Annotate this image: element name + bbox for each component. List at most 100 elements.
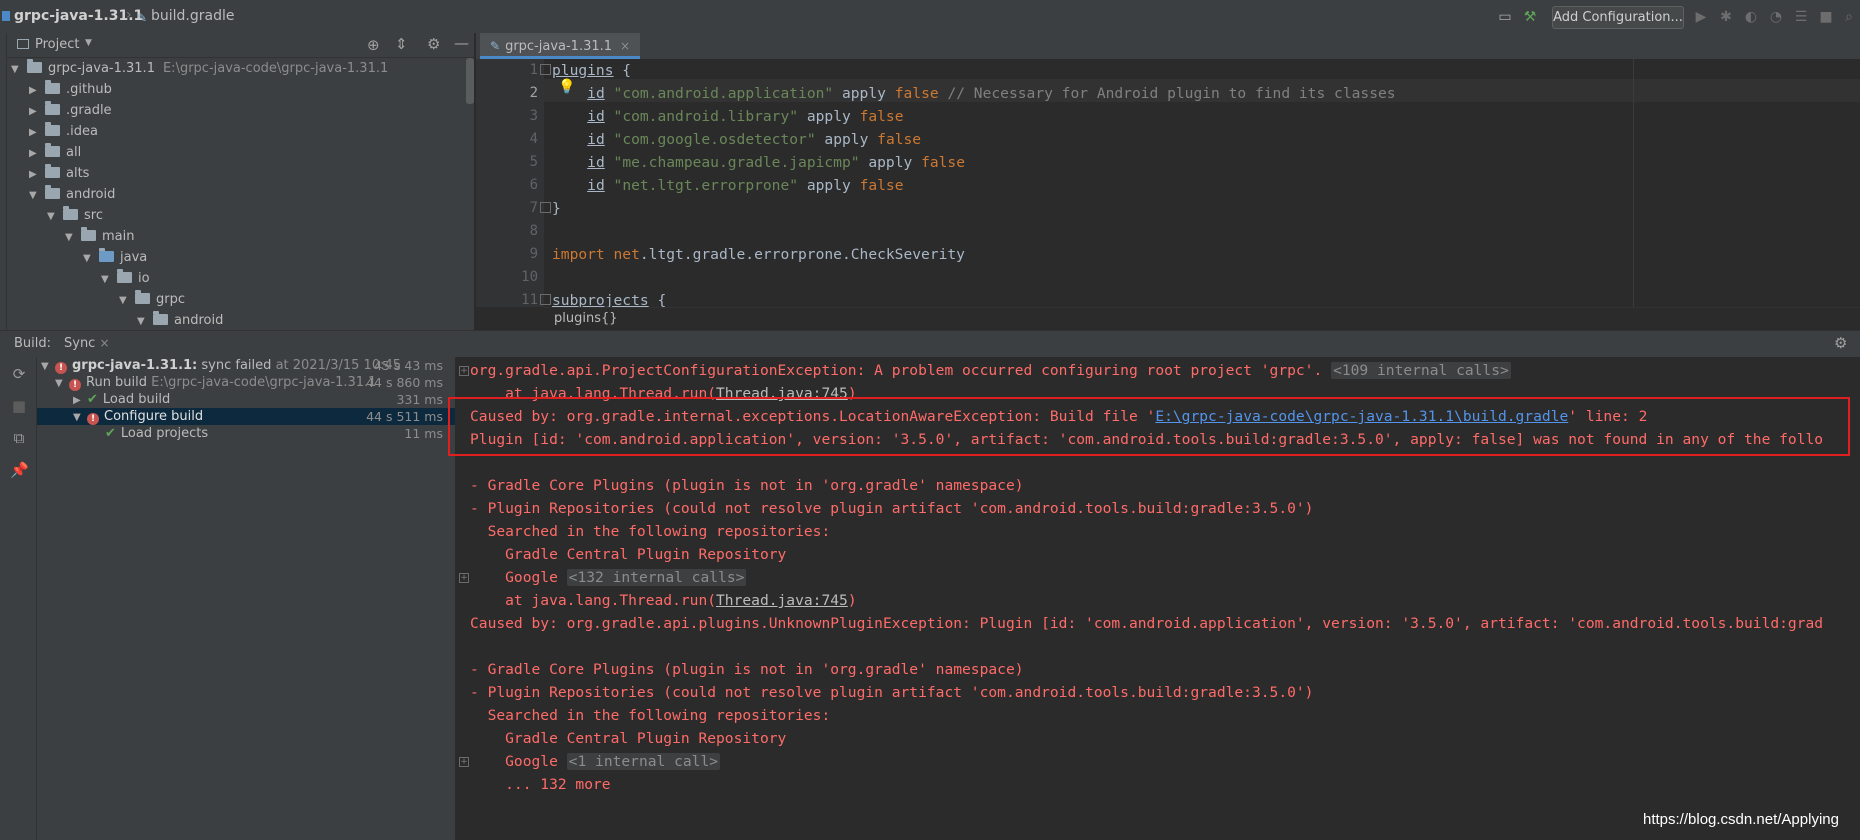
- coverage-icon[interactable]: ◐: [1742, 8, 1760, 26]
- chevron-right-icon[interactable]: ▶: [29, 80, 43, 101]
- console-line: org.gradle.api.ProjectConfigurationExcep…: [470, 359, 1511, 382]
- expand-plus-icon[interactable]: +: [459, 757, 469, 767]
- editor-breadcrumb[interactable]: plugins{}: [554, 311, 618, 326]
- tree-item[interactable]: ▼ android: [29, 184, 115, 205]
- line-number: 5: [529, 154, 538, 170]
- chevron-down-icon[interactable]: ▼: [55, 375, 69, 392]
- build-tree-item[interactable]: ▼! Run build E:\grpc-java-code\grpc-java-…: [37, 374, 455, 391]
- run-icon[interactable]: ▶: [1692, 8, 1710, 26]
- chevron-down-icon[interactable]: ▼: [65, 227, 79, 248]
- pin-icon[interactable]: 📌: [10, 461, 29, 479]
- build-window-header: Build: Sync ×: [0, 330, 1860, 358]
- expand-plus-icon[interactable]: +: [459, 573, 469, 583]
- console-text: org.gradle.api.ProjectConfigurationExcep…: [470, 362, 1323, 379]
- build-tree-root[interactable]: ▼! grpc-java-1.31.1: sync failed at 2021/…: [37, 357, 455, 374]
- build-item-label: Load build: [102, 392, 171, 407]
- tree-item[interactable]: ▼ grpc: [119, 289, 185, 310]
- stop-icon[interactable]: ■: [10, 397, 28, 415]
- tree-item[interactable]: ▼ android: [137, 310, 223, 330]
- source-link[interactable]: Thread.java:745: [716, 592, 848, 609]
- tree-item[interactable]: ▶ .idea: [29, 121, 98, 142]
- folder-icon: [45, 101, 60, 115]
- console-text: ): [847, 592, 857, 609]
- chevron-down-icon[interactable]: ▼: [11, 59, 25, 80]
- tree-item[interactable]: ▼ src: [47, 205, 103, 226]
- debug-icon[interactable]: ✱: [1717, 8, 1735, 26]
- chevron-right-icon[interactable]: ▶: [29, 143, 43, 164]
- collapse-all-icon[interactable]: ⇕: [395, 35, 408, 53]
- tree-item-label: android: [174, 313, 224, 328]
- chevron-down-icon[interactable]: ▼: [29, 185, 43, 206]
- internal-calls-fold[interactable]: <109 internal calls>: [1331, 362, 1511, 379]
- project-tree: ▼ grpc-java-1.31.1 E:\grpc-java-code\grpc-…: [7, 58, 474, 330]
- tree-item[interactable]: ▶ alts: [29, 163, 89, 184]
- tree-item-label: all: [66, 145, 82, 160]
- expand-plus-icon[interactable]: +: [459, 366, 469, 376]
- add-configuration-button[interactable]: Add Configuration...: [1552, 6, 1684, 29]
- internal-calls-fold[interactable]: <132 internal calls>: [566, 569, 747, 586]
- error-icon: !: [55, 362, 67, 374]
- id-keyword: id: [587, 131, 605, 148]
- gear-icon[interactable]: ⚙: [1834, 334, 1850, 352]
- console-text: Google: [470, 569, 558, 586]
- chevron-down-icon[interactable]: ▼: [83, 248, 97, 269]
- tree-item[interactable]: ▼ java: [83, 247, 147, 268]
- id-keyword: id: [587, 108, 605, 125]
- breadcrumb-project[interactable]: grpc-java-1.31.1: [14, 8, 143, 24]
- chevron-right-icon[interactable]: ▶: [29, 164, 43, 185]
- chevron-right-icon[interactable]: ▶: [29, 122, 43, 143]
- tree-item[interactable]: ▶ .github: [29, 79, 112, 100]
- hide-panel-icon[interactable]: —: [454, 34, 469, 52]
- chevron-right-icon[interactable]: ▶: [29, 101, 43, 122]
- close-icon[interactable]: ×: [620, 39, 630, 53]
- breadcrumb-file[interactable]: build.gradle: [151, 8, 235, 24]
- fold-marker-icon[interactable]: [540, 202, 551, 213]
- gear-icon[interactable]: ⚙: [427, 35, 440, 53]
- console-line: ... 132 more: [470, 776, 611, 793]
- build-tree-item[interactable]: ✔ Load projects 11 ms: [37, 425, 455, 442]
- build-tree-item-selected[interactable]: ▼! Configure build 44 s 511 ms: [37, 408, 455, 425]
- stop-icon[interactable]: ■: [1817, 8, 1835, 26]
- console-text: Google: [470, 753, 558, 770]
- tree-item-label: .github: [66, 82, 112, 97]
- tree-item-root[interactable]: ▼ grpc-java-1.31.1 E:\grpc-java-code\grpc-…: [11, 58, 388, 79]
- chevron-down-icon[interactable]: ▼: [41, 358, 55, 375]
- chevron-down-icon[interactable]: ▼: [85, 38, 92, 48]
- build-variant-icon[interactable]: ☰: [1792, 8, 1810, 26]
- code-line-7: }: [552, 197, 561, 220]
- chevron-down-icon[interactable]: ▼: [101, 269, 115, 290]
- internal-calls-fold[interactable]: <1 internal call>: [566, 753, 721, 770]
- fold-marker-icon[interactable]: [540, 64, 551, 75]
- code-comment: // Necessary for Android plugin to find …: [947, 85, 1396, 102]
- toggle-view-icon[interactable]: ⧉: [10, 429, 28, 447]
- locate-file-icon[interactable]: ⊕: [367, 36, 380, 54]
- chevron-down-icon[interactable]: ▼: [119, 290, 133, 311]
- folder-icon: [135, 290, 150, 304]
- apply-keyword: apply: [841, 85, 886, 102]
- tree-item[interactable]: ▶ .gradle: [29, 100, 112, 121]
- project-view-dropdown[interactable]: Project: [35, 37, 79, 52]
- close-icon[interactable]: ×: [99, 336, 109, 350]
- tree-item[interactable]: ▼ main: [65, 226, 134, 247]
- tab-sync[interactable]: Sync ×: [64, 336, 110, 351]
- chevron-right-icon[interactable]: ▶: [73, 392, 87, 409]
- editor-breadcrumb-bar: plugins{}: [544, 307, 1860, 330]
- project-scrollbar[interactable]: [466, 58, 474, 104]
- chevron-down-icon[interactable]: ▼: [137, 311, 151, 330]
- tab-build-gradle[interactable]: ✎ grpc-java-1.31.1 ×: [480, 33, 641, 59]
- tree-item[interactable]: ▶ all: [29, 142, 81, 163]
- chevron-down-icon[interactable]: ▼: [47, 206, 61, 227]
- tree-item[interactable]: ▼ io: [101, 268, 150, 289]
- false-keyword: false: [921, 154, 966, 171]
- sync-icon[interactable]: ⟳: [10, 365, 28, 383]
- search-everywhere-icon[interactable]: ⌕: [1840, 8, 1858, 26]
- build-tree-item[interactable]: ▶ ✔ Load build 331 ms: [37, 391, 455, 408]
- chevron-down-icon[interactable]: ▼: [73, 409, 87, 426]
- profile-icon[interactable]: ◔: [1767, 8, 1785, 26]
- fold-marker-icon[interactable]: [540, 294, 551, 305]
- tree-item-label: io: [138, 271, 150, 286]
- intention-bulb-icon[interactable]: 💡: [558, 79, 575, 95]
- layout-icon[interactable]: ▭: [1496, 8, 1514, 26]
- check-icon: ✔: [105, 426, 116, 441]
- build-hammer-icon[interactable]: ⚒: [1521, 8, 1539, 26]
